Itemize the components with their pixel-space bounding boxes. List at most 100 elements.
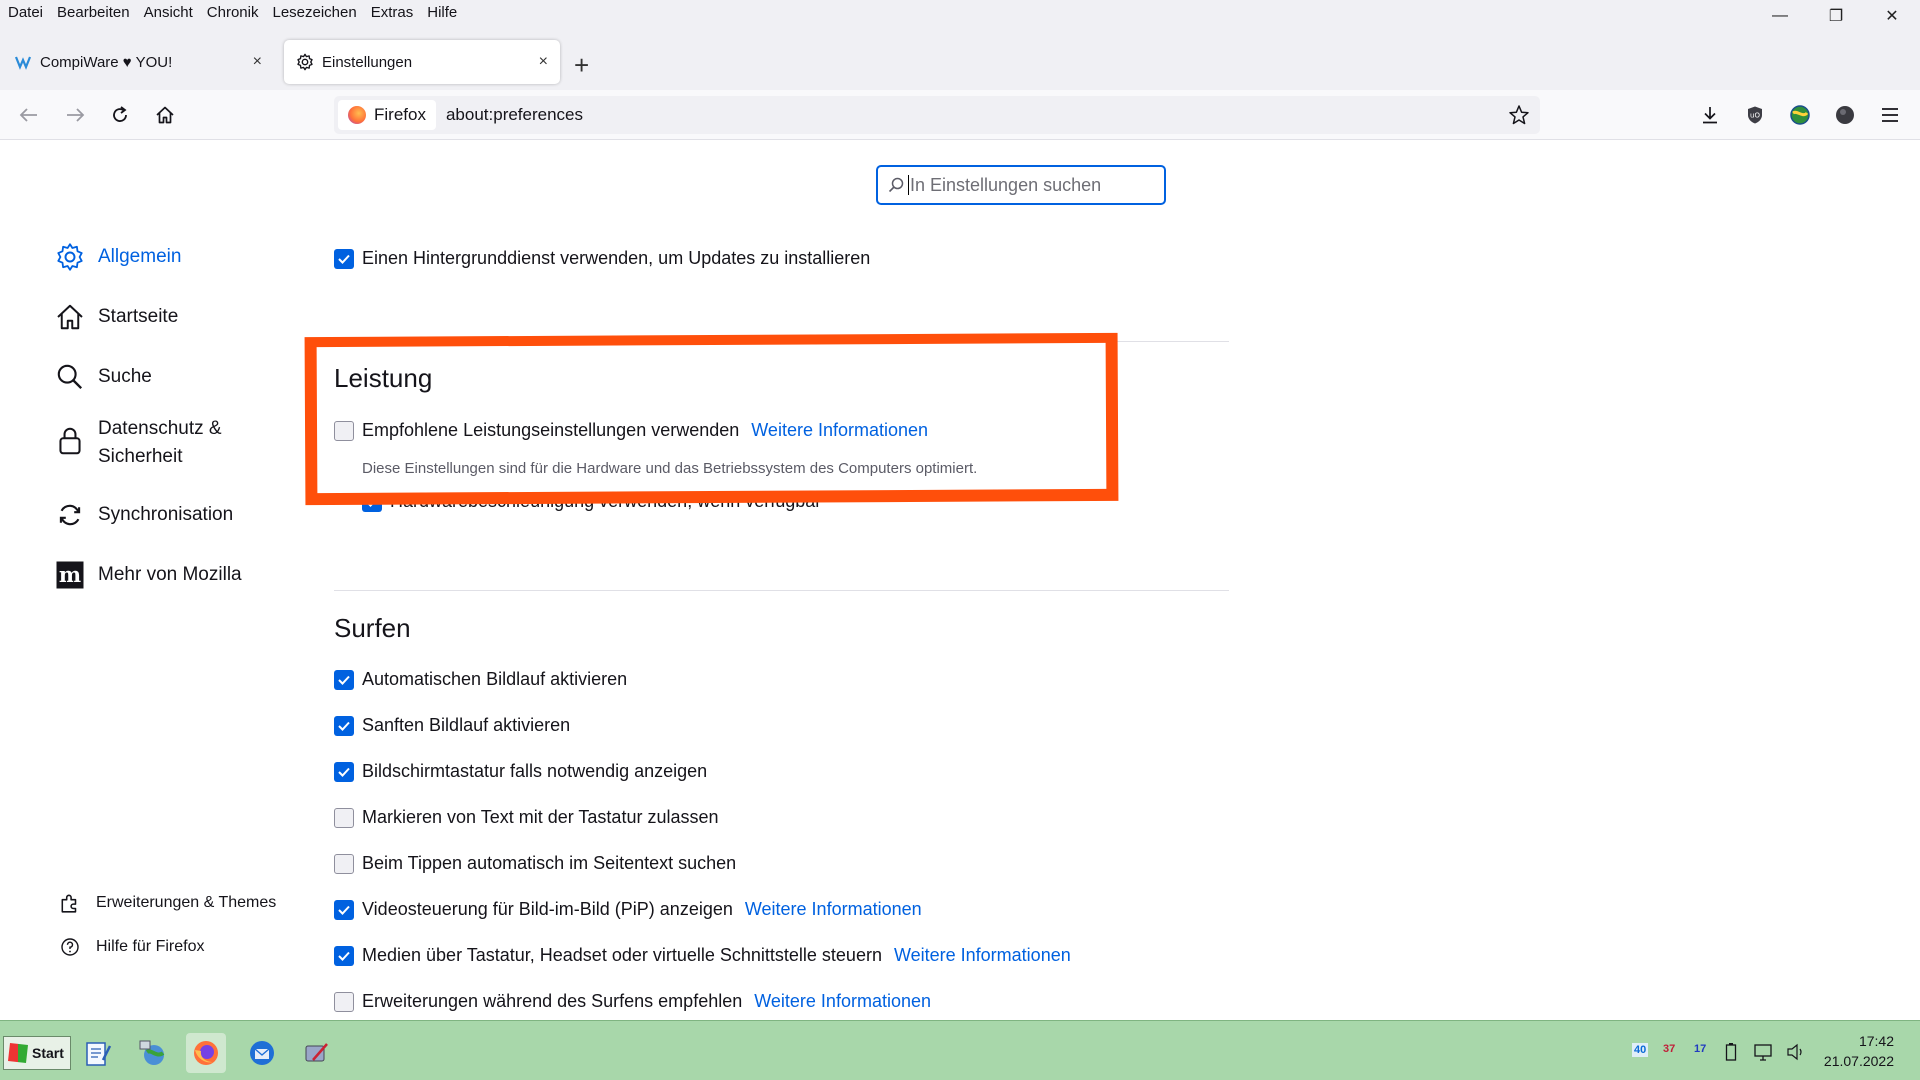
sidebar-footer-label: Erweiterungen & Themes (96, 894, 277, 911)
start-button[interactable]: Start (3, 1036, 71, 1070)
checkbox-unchecked[interactable] (334, 807, 354, 828)
account-avatar-icon (1836, 106, 1854, 124)
checkbox-checked[interactable] (334, 248, 354, 269)
taskbar-app-thunderbird[interactable] (242, 1033, 282, 1073)
setting-label: Videosteuerung für Bild-im-Bild (PiP) an… (362, 899, 733, 919)
settings-search-input[interactable]: In Einstellungen suchen (876, 165, 1166, 205)
sidebar-footer-help[interactable]: Hilfe für Firefox (58, 935, 204, 959)
section-heading-surfen: Surfen (334, 613, 411, 643)
tray-network[interactable] (1750, 1037, 1778, 1067)
setting-onscreen-keyboard[interactable]: Bildschirmtastatur falls notwendig anzei… (334, 761, 707, 782)
tray-temp-2[interactable]: 17 (1694, 1043, 1706, 1055)
app-menu-button[interactable] (1877, 102, 1903, 128)
setting-label: Sanften Bildlauf aktivieren (362, 715, 571, 735)
taskbar-clock[interactable]: 17:42 21.07.2022 (1824, 1031, 1894, 1071)
menu-chronik[interactable]: Chronik (207, 4, 259, 21)
sidebar-footer-extensions[interactable]: Erweiterungen & Themes (58, 891, 276, 915)
tab-label: CompiWare ♥ YOU! (40, 53, 173, 71)
learn-more-link[interactable]: Weitere Informationen (745, 899, 922, 920)
extension-button[interactable] (1787, 102, 1813, 128)
new-tab-button[interactable]: + (574, 50, 589, 81)
tab-strip: CompiWare ♥ YOU! × Einstellungen × + (0, 24, 1920, 90)
setting-smooth-scroll[interactable]: Sanften Bildlauf aktivieren (334, 715, 570, 736)
account-button[interactable] (1832, 102, 1858, 128)
checkbox-checked[interactable] (334, 669, 354, 690)
svg-text:m: m (59, 562, 81, 587)
menu-hilfe[interactable]: Hilfe (427, 4, 457, 21)
sidebar-item-datenschutz[interactable]: Datenschutz & Sicherheit (54, 415, 222, 471)
setting-label: Automatischen Bildlauf aktivieren (362, 669, 628, 689)
taskbar: Start 40 37 17 17:42 21.07.2022 (0, 1020, 1920, 1080)
tab-einstellungen[interactable]: Einstellungen × (284, 40, 560, 84)
forward-button[interactable] (60, 100, 90, 130)
preferences-page: In Einstellungen suchen Allgemein Starts… (0, 141, 1920, 1020)
help-icon (58, 935, 82, 959)
menu-ansicht[interactable]: Ansicht (144, 4, 193, 21)
sidebar-item-allgemein[interactable]: Allgemein (54, 241, 181, 273)
close-tab-icon[interactable]: × (539, 53, 548, 71)
setting-autoscroll[interactable]: Automatischen Bildlauf aktivieren (334, 669, 627, 690)
tab-compiware[interactable]: CompiWare ♥ YOU! × (2, 40, 274, 84)
setting-find-as-you-type[interactable]: Beim Tippen automatisch im Seitentext su… (334, 853, 736, 874)
bookmark-star-icon[interactable] (1508, 104, 1530, 131)
close-tab-icon[interactable]: × (253, 53, 262, 71)
taskbar-app-tool[interactable] (296, 1033, 336, 1073)
setting-caret-browsing[interactable]: Markieren von Text mit der Tastatur zula… (334, 807, 719, 828)
checkbox-unchecked[interactable] (334, 991, 354, 1012)
taskbar-app-firefox[interactable] (186, 1033, 226, 1073)
checkbox-checked[interactable] (334, 899, 354, 920)
lock-icon (54, 425, 86, 457)
hamburger-menu-icon (1882, 108, 1898, 122)
downloads-button[interactable] (1697, 102, 1723, 128)
checkbox-checked[interactable] (334, 945, 354, 966)
firefox-logo-icon (194, 1041, 218, 1065)
checkbox-checked[interactable] (334, 715, 354, 736)
setting-background-updates[interactable]: Einen Hintergrunddienst verwenden, um Up… (334, 248, 870, 269)
sidebar-item-label: Datenschutz & Sicherheit (98, 415, 222, 471)
home-icon (54, 301, 86, 333)
clock-time: 17:42 (1858, 1033, 1894, 1049)
reload-icon (113, 106, 127, 122)
tray-battery[interactable] (1718, 1037, 1744, 1067)
menu-datei[interactable]: Datei (8, 4, 43, 21)
menu-bearbeiten[interactable]: Bearbeiten (57, 4, 130, 21)
url-bar[interactable]: Firefox about:preferences (334, 96, 1540, 134)
setting-pip-controls[interactable]: Videosteuerung für Bild-im-Bild (PiP) an… (334, 899, 922, 920)
identity-box[interactable]: Firefox (338, 100, 436, 130)
sidebar-item-label: Startseite (98, 306, 179, 327)
menu-lesezeichen[interactable]: Lesezeichen (272, 4, 356, 21)
setting-recommend-extensions[interactable]: Erweiterungen während des Surfens empfeh… (334, 991, 931, 1012)
tray-volume[interactable] (1782, 1037, 1810, 1067)
reload-button[interactable] (105, 100, 135, 130)
sidebar-item-mozilla[interactable]: m Mehr von Mozilla (54, 559, 242, 591)
back-button[interactable] (14, 100, 44, 130)
sidebar-item-suche[interactable]: Suche (54, 361, 152, 393)
identity-label: Firefox (374, 105, 426, 124)
svg-text:uO: uO (1750, 112, 1760, 120)
ublock-button[interactable]: uO (1742, 102, 1768, 128)
checkbox-checked[interactable] (334, 761, 354, 782)
search-icon (54, 361, 86, 393)
taskbar-app-editor[interactable] (78, 1033, 118, 1073)
taskbar-app-network[interactable] (132, 1033, 172, 1073)
sidebar-item-label: Suche (98, 366, 152, 387)
puzzle-icon (58, 891, 82, 915)
tray-cpu-meter[interactable]: 40 (1632, 1043, 1649, 1057)
home-button[interactable] (150, 100, 180, 130)
url-text[interactable]: about:preferences (446, 105, 583, 125)
checkbox-unchecked[interactable] (334, 853, 354, 874)
learn-more-link[interactable]: Weitere Informationen (894, 945, 1071, 966)
setting-label: Bildschirmtastatur falls notwendig anzei… (362, 761, 708, 781)
setting-label: Markieren von Text mit der Tastatur zula… (362, 807, 719, 827)
menu-extras[interactable]: Extras (371, 4, 414, 21)
search-placeholder: In Einstellungen suchen (910, 174, 1102, 195)
setting-label: Medien über Tastatur, Headset oder virtu… (362, 945, 882, 965)
tray-temp-1[interactable]: 37 (1663, 1043, 1675, 1055)
navigation-toolbar: Firefox about:preferences uO (0, 90, 1920, 140)
learn-more-link[interactable]: Weitere Informationen (754, 991, 931, 1012)
section-divider (334, 590, 1229, 591)
setting-media-keys[interactable]: Medien über Tastatur, Headset oder virtu… (334, 945, 1071, 966)
sidebar-item-startseite[interactable]: Startseite (54, 301, 178, 333)
sidebar-item-synchronisation[interactable]: Synchronisation (54, 499, 233, 531)
globe-extension-icon (1790, 105, 1810, 125)
